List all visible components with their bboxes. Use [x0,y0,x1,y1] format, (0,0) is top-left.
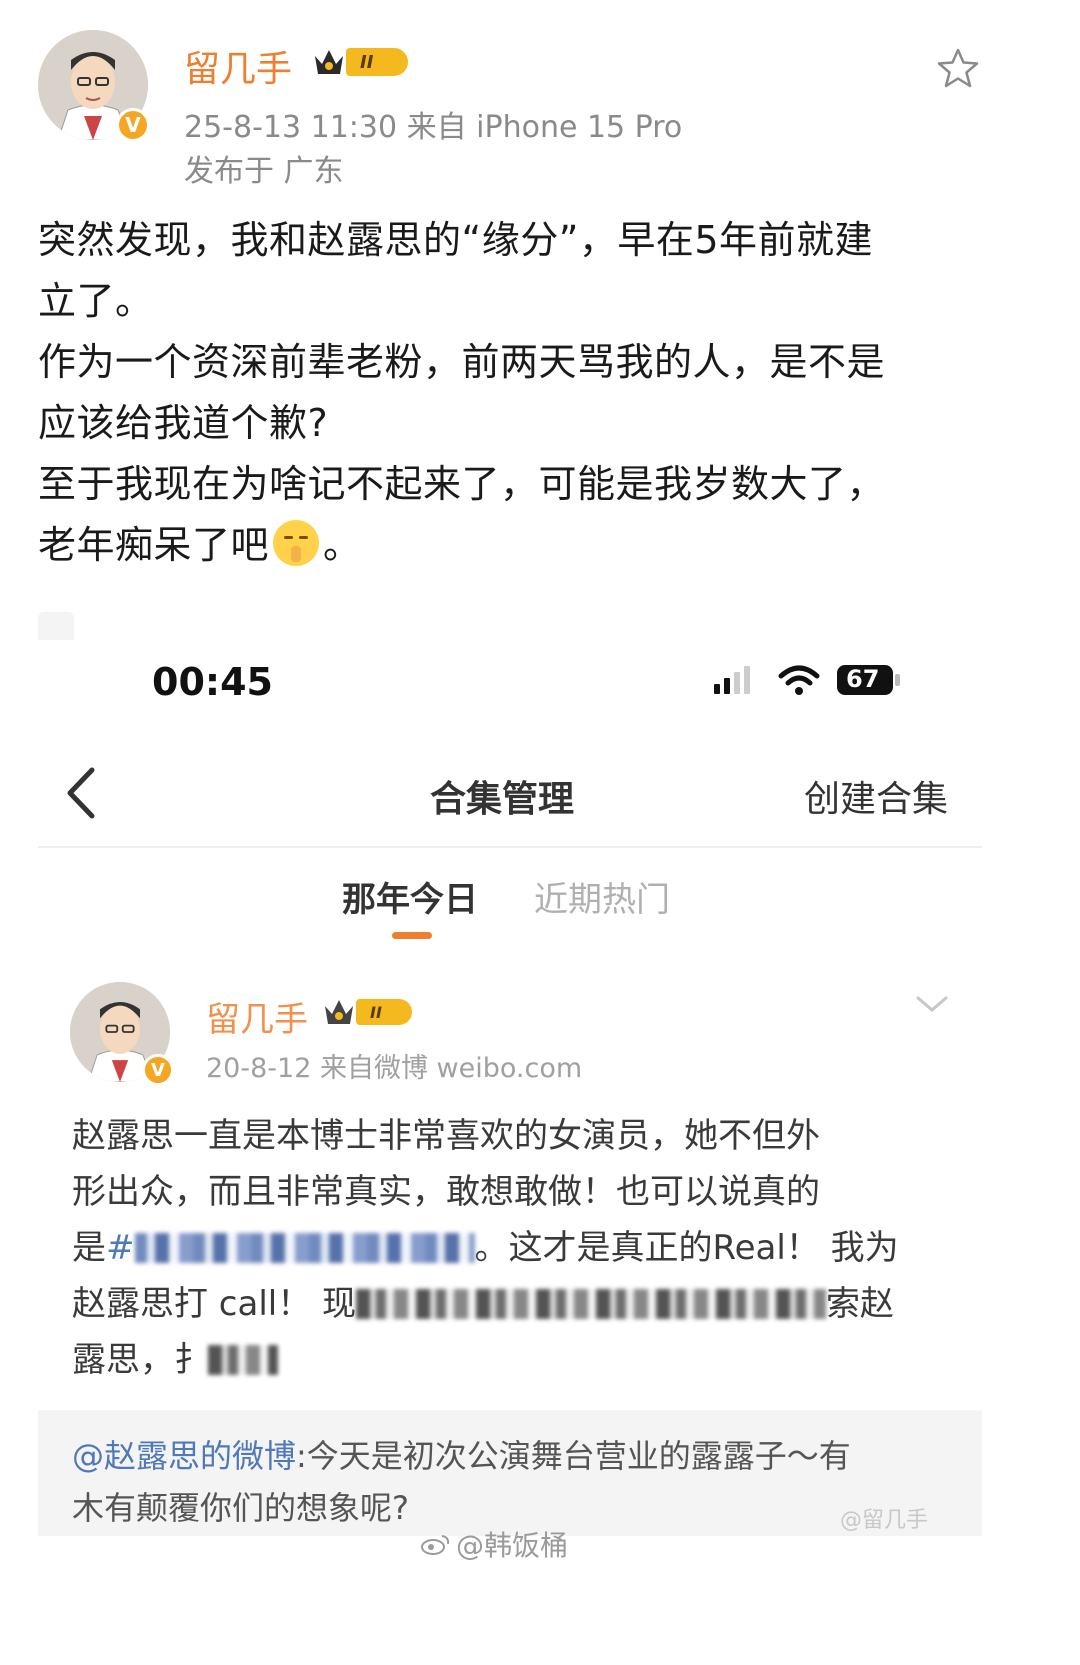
mention-link[interactable]: @赵露思的微博 [72,1437,296,1475]
inner-line-prefix: 赵露思打 call！ 现 [72,1284,357,1324]
post-line: 作为一个资深前辈老粉，前两天骂我的人，是不是 [38,340,886,384]
inner-post-line: 赵露思打 call！ 现 索赵 [72,1276,952,1332]
vip-level-text: II [346,48,408,76]
crown-icon [325,1000,353,1024]
blurred-text [356,1289,827,1319]
shush-face-icon [273,520,320,566]
post-line: 应该给我道个歉? [38,401,329,445]
battery-icon: 67 [836,664,900,696]
inner-line-suffix: 。这才是真正的Real！ 我为 [474,1228,899,1268]
inner-post-text: 赵露思一直是本博士非常喜欢的女演员，她不但外 形出众，而且非常真实，敢想敢做！也… [72,1108,952,1388]
post-line: 至于我现在为啥记不起来了，可能是我岁数大了， [38,462,886,506]
hashtag-link[interactable]: # [106,1228,475,1268]
verified-badge-icon: V [142,1054,174,1086]
post-line-last: 老年痴呆了吧 。 [38,515,1038,576]
post-meta-time-source: 25-8-13 11:30 来自 iPhone 15 Pro [184,110,683,145]
nav-title: 合集管理 [430,779,575,820]
tab-recent-hot[interactable]: 近期热门 [534,872,670,921]
crown-icon [315,50,343,74]
vip-level-badge: II [312,44,410,80]
tab-on-this-day[interactable]: 那年今日 [342,872,478,921]
cellular-signal-icon [714,666,750,694]
inner-line-prefix: 露思，扌 [72,1340,208,1380]
blurred-hashtag [134,1233,475,1263]
create-collection-button[interactable]: 创建合集 [804,770,948,822]
repost-line: @赵露思的微博:今天是初次公演舞台营业的露露子～有 [72,1430,952,1482]
blurred-text [208,1345,278,1375]
wifi-icon [778,665,820,695]
inner-watermark: @留几手 [840,1508,929,1533]
post-line-end: 。 [323,523,362,567]
author-name[interactable]: 留几手 [184,40,292,92]
status-bar-time: 00:45 [152,660,273,704]
nav-divider [38,846,982,848]
inner-post-line: 形出众，而且非常真实，敢想敢做！也可以说真的 [72,1172,820,1212]
post-options-button[interactable] [914,992,950,1016]
inner-post-line: 露思，扌 [72,1332,952,1388]
weibo-logo-icon [421,1535,450,1555]
repost-text: @赵露思的微博:今天是初次公演舞台营业的露露子～有 木有颠覆你们的想象呢? [72,1430,952,1534]
post-line: 突然发现，我和赵露思的“缘分”，早在5年前就建 [38,218,874,262]
back-button[interactable] [62,766,102,820]
star-icon [937,48,979,88]
inner-vip-level-badge: II [322,994,414,1030]
hashtag-symbol: # [106,1228,135,1268]
chevron-down-icon [916,996,948,1012]
outer-watermark-text: @韩饭桶 [456,1529,569,1562]
outer-watermark: @韩饭桶 [420,1524,568,1564]
verified-badge-icon: V [116,108,150,142]
inner-line-prefix: 是 [72,1228,106,1268]
inner-post-line: 赵露思一直是本博士非常喜欢的女演员，她不但外 [72,1116,820,1156]
battery-level: 67 [846,665,880,693]
chevron-left-icon [67,767,95,819]
post-line: 立了。 [38,279,154,323]
repost-text-1: :今天是初次公演舞台营业的露露子～有 [296,1437,851,1475]
vip-level-text: II [356,999,412,1025]
inner-post-meta: 20-8-12 来自微博 weibo.com [206,1053,583,1084]
inner-author-name[interactable]: 留几手 [206,992,308,1041]
inner-post-line: 是# 。这才是真正的Real！ 我为 [72,1220,952,1276]
post-line: 老年痴呆了吧 [38,523,270,567]
favorite-button[interactable] [935,46,981,92]
active-tab-indicator [392,932,432,939]
post-meta-location: 发布于 广东 [184,154,344,189]
inner-line-suffix: 索赵 [826,1284,895,1324]
post-text: 突然发现，我和赵露思的“缘分”，早在5年前就建 立了。 作为一个资深前辈老粉，前… [38,210,1038,576]
